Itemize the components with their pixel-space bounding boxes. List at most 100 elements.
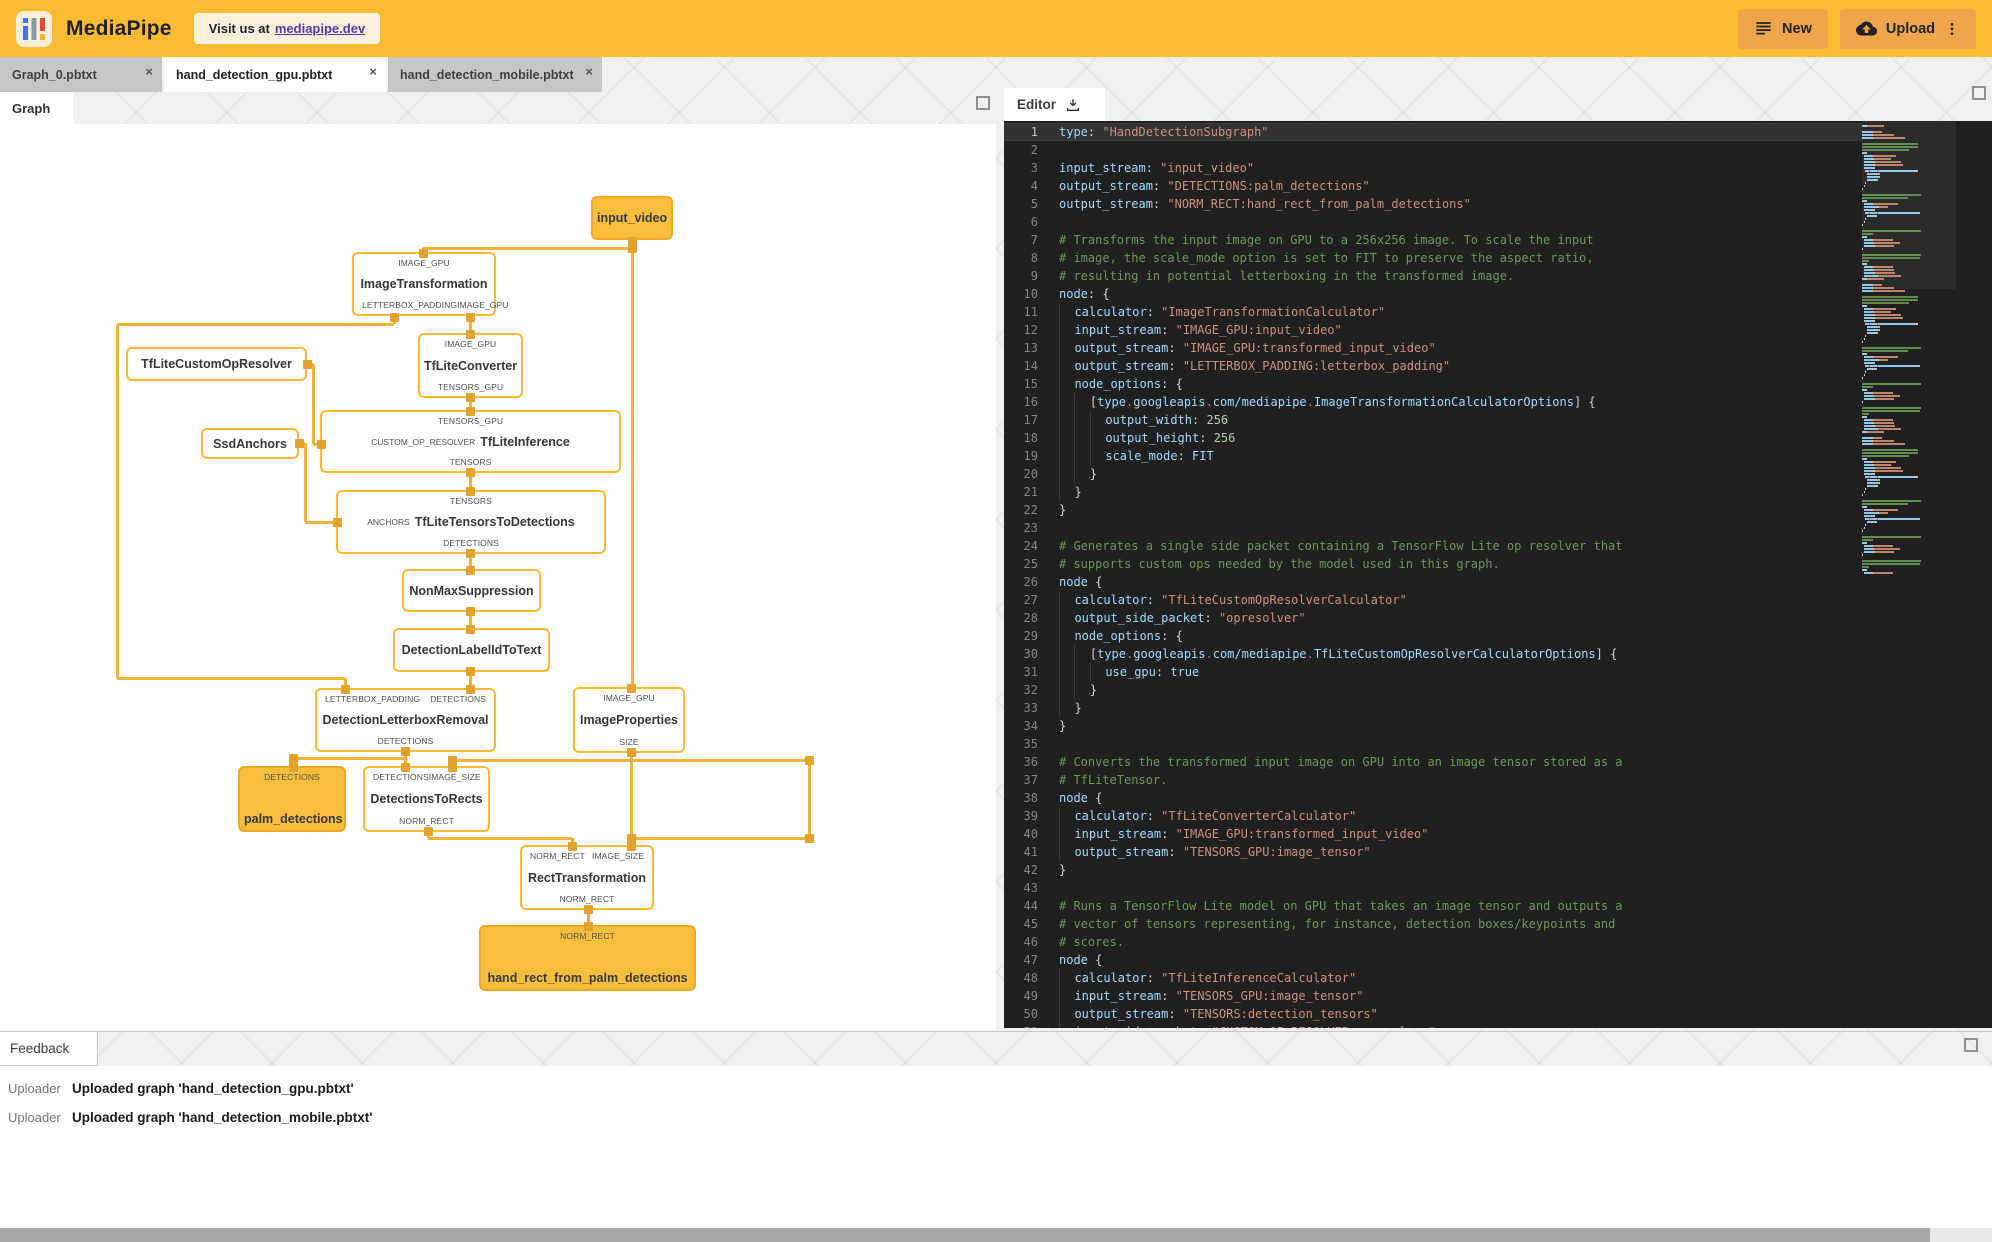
minimap-mark <box>1888 169 1916 172</box>
code-token: } <box>1089 683 1098 697</box>
indent-guide <box>1059 645 1074 663</box>
close-icon[interactable] <box>585 65 593 78</box>
minimap-mark <box>1863 469 1874 472</box>
indent-guide <box>1059 807 1074 825</box>
popout-editor-icon[interactable] <box>1972 86 1986 100</box>
minimap-mark <box>1873 439 1895 442</box>
code-line: 45 # vector of tensors representing, for … <box>1004 915 1862 933</box>
upload-button[interactable]: Upload <box>1839 8 1976 49</box>
code-token: "TENSORS_GPU:image_tensor" <box>1175 989 1364 1003</box>
line-number: 27 <box>1023 593 1038 607</box>
code-token: com/mediapipe <box>1212 395 1307 409</box>
code-token: "TfLiteCustomOpResolverCalculator" <box>1161 593 1407 607</box>
tab-editor[interactable]: Editor <box>1004 88 1105 121</box>
line-text: } <box>1059 465 1862 483</box>
file-tab-graph-0[interactable]: Graph_0.pbtxt <box>0 57 162 92</box>
minimap-mark <box>1872 514 1875 517</box>
graph-node-DetectionLetterboxRemoval[interactable]: LETTERBOX_PADDING DETECTIONS DetectionLett… <box>315 688 496 752</box>
tab-feedback[interactable]: Feedback <box>0 1032 98 1066</box>
line-number: 7 <box>1030 233 1038 247</box>
code-token: ] { <box>1595 647 1618 661</box>
minimap-mark <box>1865 487 1866 490</box>
minimap-mark <box>1872 208 1875 211</box>
minimap-mark <box>1874 244 1895 247</box>
minimap-mark <box>1863 361 1873 364</box>
minimap-mark <box>1877 211 1888 214</box>
graph-node-TfLiteConverter[interactable]: IMAGE_GPU TfLiteConverter TENSORS_GPU <box>418 333 523 398</box>
line-text <box>1059 213 1862 231</box>
minimap-mark <box>1862 553 1863 556</box>
minimap-mark <box>1877 169 1888 172</box>
code-line: 39 calculator: "TfLiteConverterCalculator… <box>1004 807 1862 825</box>
line-number: 10 <box>1023 287 1038 301</box>
port-label: IMAGE_GPU <box>398 258 450 268</box>
graph-node-TfLiteInference[interactable]: TENSORS_GPU CUSTOM_OP_RESOLVER TfLiteInfer… <box>320 410 621 473</box>
visit-us-chip: Visit us at mediapipe.dev <box>193 13 381 44</box>
minimap-mark <box>1863 208 1873 211</box>
close-icon[interactable] <box>369 65 377 78</box>
kebab-menu-icon[interactable] <box>1944 21 1960 37</box>
download-icon[interactable] <box>1065 97 1081 113</box>
indent-guide <box>1089 411 1105 429</box>
minimap-mark <box>1874 466 1902 469</box>
graph-node-ImageTransformation[interactable]: IMAGE_GPU ImageTransformation LETTERBOX_PA… <box>352 252 508 316</box>
line-number: 32 <box>1023 683 1038 697</box>
code-token: { <box>1087 575 1103 589</box>
node-output-ports: LETTERBOX_PADDING IMAGE_GPU <box>358 300 508 310</box>
code-line: 21} <box>1004 483 1862 501</box>
close-icon[interactable] <box>145 65 153 78</box>
graph-node-DetectionsToRects[interactable]: DETECTIONS IMAGE_SIZE DetectionsToRects NOR… <box>363 766 490 832</box>
graph-node-TfLiteCustomOpResolver[interactable]: TfLiteCustomOpResolver <box>126 347 307 381</box>
editor-minimap[interactable] <box>1862 121 1956 1028</box>
minimap-mark <box>1862 538 1874 541</box>
line-text: node_options: { <box>1059 375 1862 393</box>
horizontal-scrollbar[interactable] <box>0 1228 1992 1242</box>
new-list-icon <box>1756 22 1771 35</box>
code-token: node <box>1059 575 1088 589</box>
minimap-mark <box>1877 475 1888 478</box>
graph-node-ImageProperties[interactable]: IMAGE_GPU ImageProperties SIZE <box>573 687 685 753</box>
port-label: IMAGE_SIZE <box>428 772 481 782</box>
graph-node-hand_rect_from_palm_detections[interactable]: NORM_RECT hand_rect_from_palm_detections <box>479 925 696 991</box>
graph-node-SsdAnchors[interactable]: SsdAnchors <box>201 428 299 459</box>
minimap-mark <box>1869 364 1878 367</box>
code-token: input_stream <box>1059 161 1146 175</box>
mediapipe-dev-link[interactable]: mediapipe.dev <box>275 21 365 36</box>
minimap-mark <box>1862 559 1921 562</box>
minimap-mark <box>1873 520 1877 523</box>
graph-node-NonMaxSuppression[interactable]: NonMaxSuppression <box>402 569 541 612</box>
graph-node-palm_detections[interactable]: DETECTIONS palm_detections <box>238 766 346 832</box>
code-line: 2 <box>1004 141 1862 159</box>
minimap-mark <box>1863 310 1873 313</box>
line-number: 14 <box>1023 359 1038 373</box>
indent-guide <box>1089 429 1105 447</box>
node-title: input_video <box>597 211 668 225</box>
port-square <box>465 624 475 634</box>
popout-graph-icon[interactable] <box>976 96 990 110</box>
scrollbar-thumb[interactable] <box>0 1228 1930 1242</box>
node-title: hand_rect_from_palm_detections <box>487 971 688 985</box>
minimap-mark <box>1888 322 1916 325</box>
minimap-mark <box>1862 346 1921 349</box>
code-token: : <box>1152 197 1168 211</box>
graph-node-TfLiteTensorsToDetections[interactable]: TENSORS ANCHORS TfLiteTensorsToDetections D… <box>336 490 606 554</box>
port-label: SIZE <box>619 737 639 747</box>
graph-node-RectTransformation[interactable]: NORM_RECT IMAGE_SIZE RectTransformation NOR… <box>520 845 654 910</box>
code-line: 10 node: { <box>1004 285 1862 303</box>
graph-node-input_video[interactable]: input_video <box>591 196 673 240</box>
port-square <box>626 683 636 693</box>
new-button[interactable]: New <box>1738 8 1828 49</box>
tab-graph-view[interactable]: Graph <box>0 92 73 124</box>
line-number: 44 <box>1023 899 1038 913</box>
graph-canvas[interactable]: input_video IMAGE_GPU ImageTransformation L… <box>0 124 996 1030</box>
graph-node-DetectionLabelIdToText[interactable]: DetectionLabelIdToText <box>393 628 550 672</box>
code-editor[interactable]: 1 type: "HandDetectionSubgraph" 2 3 input_st… <box>1004 121 1992 1028</box>
code-line: 7 # Transforms the input image on GPU to … <box>1004 231 1862 249</box>
minimap-mark <box>1866 481 1877 484</box>
code-token: calculator <box>1074 971 1147 985</box>
port-square <box>418 248 428 258</box>
code-token: type <box>1097 395 1127 409</box>
popout-feedback-icon[interactable] <box>1964 1038 1978 1052</box>
file-tab-hand-detection-gpu[interactable]: hand_detection_gpu.pbtxt <box>164 57 386 92</box>
file-tab-hand-detection-mobile[interactable]: hand_detection_mobile.pbtxt <box>388 57 602 92</box>
